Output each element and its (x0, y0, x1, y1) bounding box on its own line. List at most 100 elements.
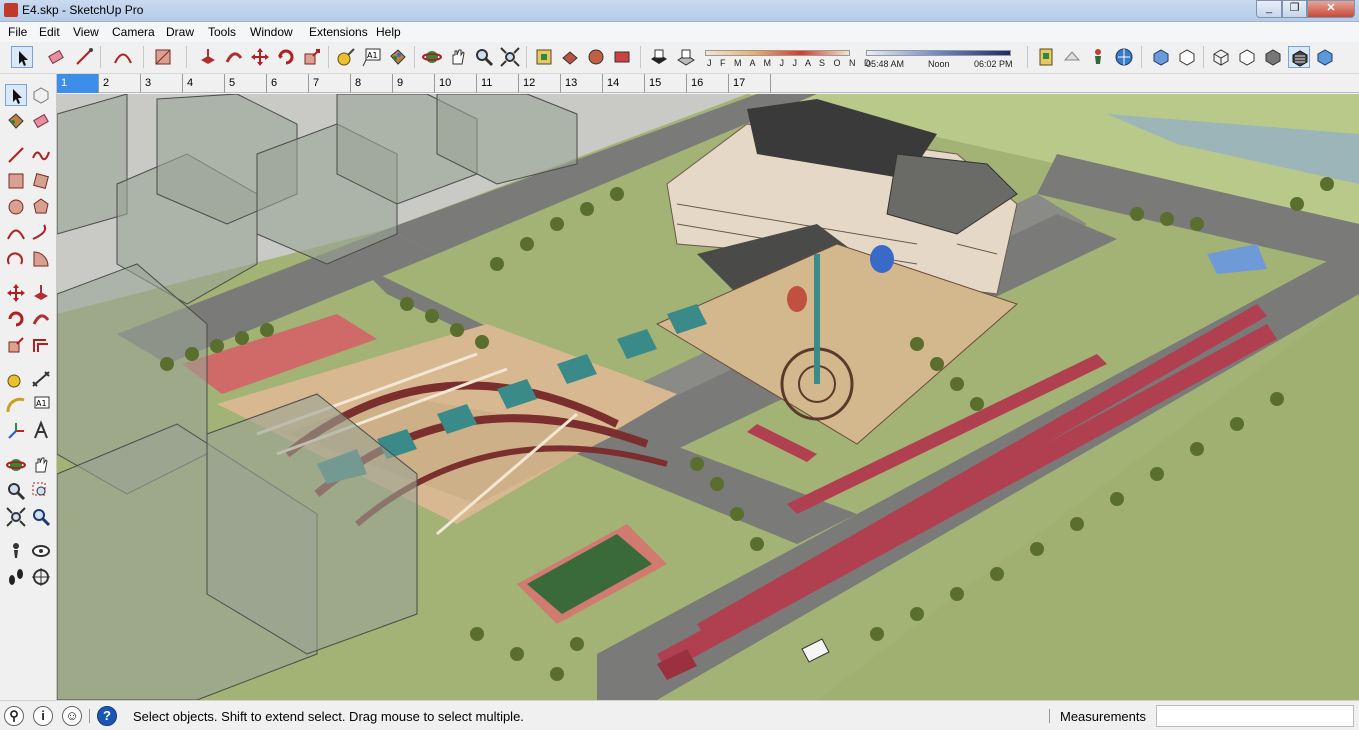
position-camera-icon[interactable] (5, 540, 27, 562)
scene-tab-16[interactable]: 16 (687, 74, 729, 93)
extension-warehouse-icon[interactable] (611, 46, 633, 68)
hidden-line-style-icon[interactable] (1236, 46, 1258, 68)
pan-tool-icon[interactable] (30, 454, 52, 476)
three-point-arc-tool-icon[interactable] (5, 248, 27, 270)
geo-location-status-icon[interactable]: ⚲ (4, 706, 24, 726)
zoom-extents-tool-icon[interactable] (5, 506, 27, 528)
scene-tab-10[interactable]: 10 (435, 74, 477, 93)
close-button[interactable]: ✕ (1307, 0, 1355, 18)
previous-view-icon[interactable] (30, 506, 52, 528)
freehand-tool-icon[interactable] (30, 144, 52, 166)
scene-tab-9[interactable]: 9 (393, 74, 435, 93)
eraser-tool-icon[interactable] (45, 46, 67, 68)
two-point-arc-tool-icon[interactable] (30, 222, 52, 244)
model-viewport[interactable] (57, 94, 1359, 700)
menu-view[interactable]: View (73, 25, 99, 39)
restore-button[interactable]: ❐ (1282, 0, 1307, 18)
pan-tool-icon[interactable] (447, 46, 469, 68)
look-around-icon[interactable] (30, 540, 52, 562)
display-fog-icon[interactable] (675, 46, 697, 68)
scene-tab-6[interactable]: 6 (267, 74, 309, 93)
scene-tab-1[interactable]: 1 (57, 74, 99, 93)
make-component-icon[interactable] (30, 84, 52, 106)
menu-draw[interactable]: Draw (166, 25, 194, 39)
display-shadows-icon[interactable] (648, 46, 670, 68)
instructor-help-icon[interactable]: ? (97, 706, 117, 726)
scene-tab-8[interactable]: 8 (351, 74, 393, 93)
xray-style-icon[interactable] (1210, 46, 1232, 68)
menu-edit[interactable]: Edit (39, 25, 60, 39)
scene-tab-7[interactable]: 7 (309, 74, 351, 93)
rotated-rectangle-tool-icon[interactable] (30, 170, 52, 192)
position-camera-icon[interactable] (1087, 46, 1109, 68)
line-tool-icon[interactable] (5, 144, 27, 166)
menu-file[interactable]: File (8, 25, 27, 39)
paint-bucket-tool-icon[interactable] (5, 110, 27, 132)
text-tool-icon[interactable]: A1 (30, 394, 52, 416)
circle-tool-icon[interactable] (5, 196, 27, 218)
push-pull-tool-icon[interactable] (30, 282, 52, 304)
eraser-tool-icon[interactable] (30, 110, 52, 132)
move-tool-icon[interactable] (5, 282, 27, 304)
follow-me-tool-icon[interactable] (223, 46, 245, 68)
3d-text-tool-icon[interactable] (30, 420, 52, 442)
scene-tab-14[interactable]: 14 (603, 74, 645, 93)
walk-icon[interactable] (5, 566, 27, 588)
scene-tab-3[interactable]: 3 (141, 74, 183, 93)
scene-tab-2[interactable]: 2 (99, 74, 141, 93)
top-view-icon[interactable] (1176, 46, 1198, 68)
line-tool-icon[interactable] (73, 46, 95, 68)
measurements-input[interactable] (1156, 705, 1354, 727)
paint-bucket-tool-icon[interactable] (387, 46, 409, 68)
shaded-textures-style-icon[interactable] (1288, 46, 1310, 68)
geo-location-icon[interactable] (1113, 46, 1135, 68)
walk-icon[interactable] (1061, 46, 1083, 68)
rectangle-tool-icon[interactable] (5, 170, 27, 192)
site-plan-model[interactable] (57, 94, 1359, 700)
3d-warehouse-icon[interactable] (533, 46, 555, 68)
offset-tool-icon[interactable] (30, 334, 52, 356)
rectangle-tool-icon[interactable] (152, 46, 174, 68)
scene-tab-15[interactable]: 15 (645, 74, 687, 93)
shadow-date-slider[interactable]: J F M A M J J A S O N D (705, 48, 871, 70)
arc-tool-icon[interactable] (112, 46, 134, 68)
tape-measure-tool-icon[interactable] (335, 46, 357, 68)
polygon-tool-icon[interactable] (30, 196, 52, 218)
user-account-icon[interactable]: ☺ (62, 706, 82, 726)
monochrome-style-icon[interactable] (1314, 46, 1336, 68)
scale-tool-icon[interactable] (301, 46, 323, 68)
pie-tool-icon[interactable] (30, 248, 52, 270)
credits-info-icon[interactable]: i (33, 706, 53, 726)
select-tool-icon[interactable] (5, 84, 27, 106)
scale-tool-icon[interactable] (5, 334, 27, 356)
share-component-icon[interactable] (585, 46, 607, 68)
rotate-tool-icon[interactable] (5, 308, 27, 330)
scene-tab-12[interactable]: 12 (519, 74, 561, 93)
dimension-tool-icon[interactable] (30, 368, 52, 390)
shaded-style-icon[interactable] (1262, 46, 1284, 68)
menu-extensions[interactable]: Extensions (309, 25, 368, 39)
zoom-tool-icon[interactable] (5, 480, 27, 502)
tape-measure-tool-icon[interactable] (5, 368, 27, 390)
zoom-window-tool-icon[interactable] (30, 480, 52, 502)
text-tool-icon[interactable]: A1 (361, 46, 383, 68)
menu-window[interactable]: Window (250, 25, 293, 39)
scene-tab-4[interactable]: 4 (183, 74, 225, 93)
select-tool-icon[interactable] (11, 46, 33, 68)
section-plane-icon[interactable] (1035, 46, 1057, 68)
rotate-tool-icon[interactable] (275, 46, 297, 68)
orbit-tool-icon[interactable] (421, 46, 443, 68)
iso-view-icon[interactable] (1150, 46, 1172, 68)
menu-camera[interactable]: Camera (112, 25, 155, 39)
push-pull-tool-icon[interactable] (197, 46, 219, 68)
shadow-date-bar[interactable] (705, 50, 850, 56)
scene-tab-17[interactable]: 17 (729, 74, 771, 93)
axes-tool-icon[interactable] (5, 420, 27, 442)
shadow-time-slider[interactable]: 05:48 AM Noon 06:02 PM (866, 48, 1016, 70)
zoom-tool-icon[interactable] (473, 46, 495, 68)
share-model-icon[interactable] (559, 46, 581, 68)
shadow-time-bar[interactable] (866, 50, 1011, 56)
arc-tool-icon[interactable] (5, 222, 27, 244)
menu-tools[interactable]: Tools (208, 25, 236, 39)
section-plane-icon[interactable] (30, 566, 52, 588)
